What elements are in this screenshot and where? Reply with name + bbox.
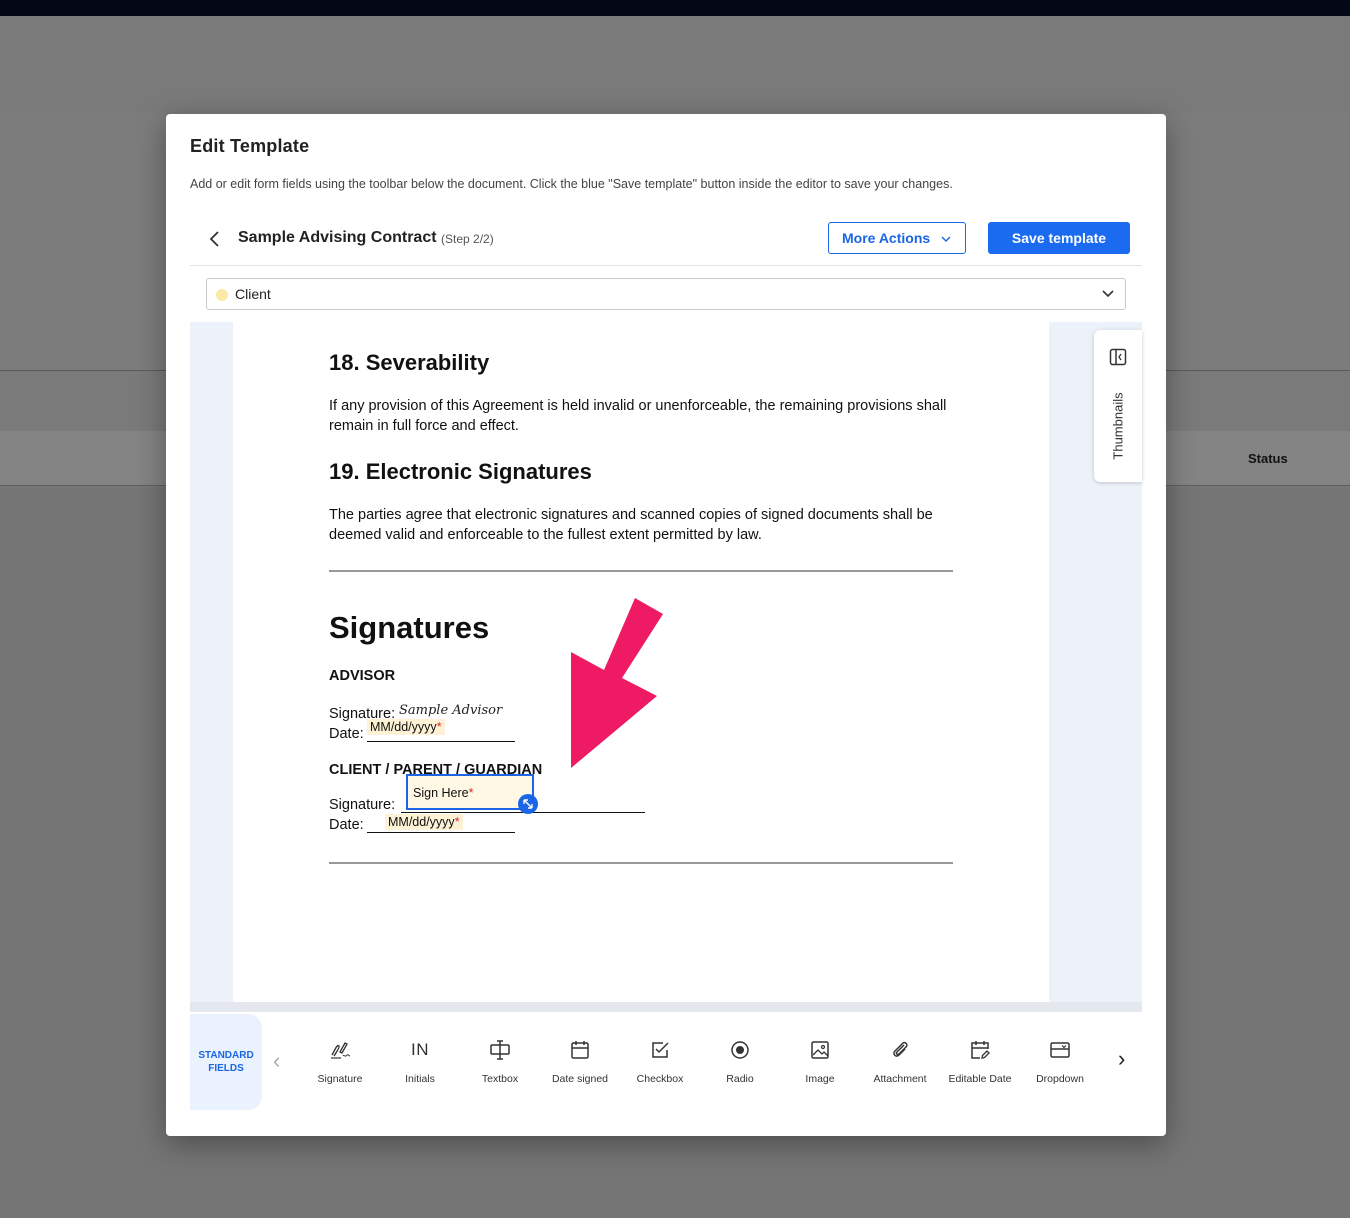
advisor-heading: ADVISOR: [329, 668, 396, 684]
date-placeholder: MM/dd/yyyy: [388, 815, 455, 829]
advisor-signature-value: Sample Advisor: [399, 703, 503, 718]
calendar-icon: [571, 1041, 589, 1059]
chevron-down-icon: [941, 236, 951, 242]
tool-attachment[interactable]: Attachment: [860, 1036, 940, 1096]
background-region: [0, 16, 1350, 113]
image-icon: [811, 1041, 829, 1059]
back-button[interactable]: [204, 228, 226, 250]
edit-template-modal: Edit Template Add or edit form fields us…: [166, 114, 1166, 1136]
tool-image[interactable]: Image: [780, 1036, 860, 1096]
signature-icon: [331, 1042, 351, 1059]
recipient-select[interactable]: Client: [206, 278, 1126, 310]
advisor-date-label: Date:: [329, 726, 364, 742]
tool-label: Image: [805, 1073, 835, 1085]
initials-icon: IN: [411, 1040, 429, 1059]
standard-fields-tab[interactable]: STANDARD FIELDS: [190, 1014, 262, 1110]
radio-icon: [731, 1041, 749, 1059]
more-actions-label: More Actions: [842, 230, 931, 246]
editor-header: Sample Advising Contract (Step 2/2) More…: [190, 214, 1142, 266]
save-template-button[interactable]: Save template: [988, 222, 1130, 254]
required-marker: *: [436, 720, 442, 734]
toolbar-next-button[interactable]: ›: [1118, 1046, 1125, 1072]
recipient-color-dot: [216, 289, 228, 301]
document-title: Sample Advising Contract: [238, 229, 437, 246]
required-marker: *: [454, 815, 460, 829]
toolbar-divider: [190, 1002, 1142, 1012]
tool-label: Editable Date: [948, 1073, 1012, 1085]
modal-title: Edit Template: [190, 136, 310, 156]
paperclip-icon: [893, 1041, 908, 1057]
required-marker: *: [468, 786, 474, 800]
date-placeholder: MM/dd/yyyy: [370, 720, 437, 734]
horizontal-rule: [329, 862, 953, 864]
toolbar-prev-button[interactable]: ‹: [273, 1048, 280, 1074]
tool-dropdown[interactable]: Dropdown: [1020, 1036, 1100, 1096]
sidebar-panel-icon: [1109, 348, 1127, 366]
more-actions-button[interactable]: More Actions: [828, 222, 966, 254]
advisor-date-underline: [367, 741, 515, 742]
tool-label: Radio: [726, 1073, 754, 1085]
client-date-label: Date:: [329, 817, 364, 833]
section-paragraph: The parties agree that electronic signat…: [329, 507, 933, 543]
tool-textbox[interactable]: Textbox: [460, 1036, 540, 1096]
section-heading: 18. Severability: [329, 350, 490, 375]
tool-signature[interactable]: Signature: [300, 1036, 380, 1096]
client-date-field[interactable]: MM/dd/yyyy*: [385, 814, 463, 830]
signatures-heading: Signatures: [329, 610, 490, 645]
section-paragraph: If any provision of this Agreement is he…: [329, 398, 947, 434]
standard-fields-label: STANDARD FIELDS: [198, 1050, 254, 1074]
chevron-down-icon: [1102, 290, 1114, 298]
client-signature-label: Signature:: [329, 797, 396, 813]
tool-label: Dropdown: [1036, 1073, 1084, 1085]
app-top-bar: [0, 0, 1350, 16]
annotation-arrow-icon: [571, 598, 663, 768]
tool-label: Checkbox: [636, 1073, 684, 1085]
modal-description: Add or edit form fields using the toolba…: [190, 177, 953, 191]
tool-label: Textbox: [481, 1073, 519, 1085]
sign-here-label: Sign Here*: [413, 786, 473, 800]
dropdown-icon: [1050, 1042, 1070, 1058]
client-date-underline: [367, 832, 515, 833]
document-viewport[interactable]: 18. Severability If any provision of thi…: [190, 322, 1142, 1002]
tool-editable-date[interactable]: Editable Date: [940, 1036, 1020, 1096]
thumbnails-label: Thumbnails: [1110, 392, 1126, 460]
field-toolbar: STANDARD FIELDS ‹ Signature IN Initials …: [190, 1012, 1142, 1112]
textbox-icon: [490, 1040, 510, 1060]
horizontal-rule: [329, 570, 953, 572]
checkbox-icon: [652, 1042, 669, 1058]
sign-here-text: Sign Here: [413, 786, 469, 800]
sign-here-field[interactable]: Sign Here*: [406, 774, 534, 810]
tool-label: Initials: [405, 1073, 435, 1085]
step-indicator: (Step 2/2): [441, 232, 494, 246]
tool-label: Signature: [317, 1073, 363, 1085]
section-heading: 19. Electronic Signatures: [329, 459, 592, 484]
resize-handle[interactable]: [518, 794, 538, 814]
tool-label: Date signed: [551, 1073, 609, 1085]
tool-checkbox[interactable]: Checkbox: [620, 1036, 700, 1096]
tool-date-signed[interactable]: Date signed: [540, 1036, 620, 1096]
tool-label: Attachment: [873, 1073, 927, 1085]
tool-radio[interactable]: Radio: [700, 1036, 780, 1096]
thumbnails-toggle[interactable]: Thumbnails: [1094, 330, 1142, 482]
resize-icon: [523, 799, 533, 809]
status-column-header: Status: [1248, 451, 1288, 466]
tool-initials[interactable]: IN Initials: [380, 1036, 460, 1096]
chevron-left-icon: [209, 231, 219, 247]
advisor-date-field[interactable]: MM/dd/yyyy*: [367, 719, 445, 735]
edit-calendar-icon: [971, 1041, 990, 1059]
recipient-selected-value: Client: [235, 286, 271, 302]
